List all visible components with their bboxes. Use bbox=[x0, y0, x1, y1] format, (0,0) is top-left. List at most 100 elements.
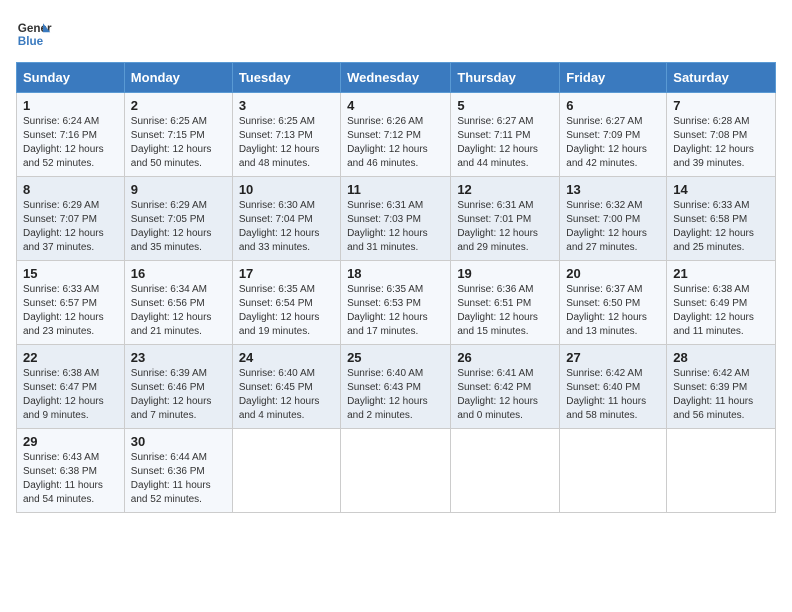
calendar-day-24: 24 Sunrise: 6:40 AMSunset: 6:45 PMDaylig… bbox=[232, 345, 340, 429]
day-info: Sunrise: 6:34 AMSunset: 6:56 PMDaylight:… bbox=[131, 284, 212, 337]
empty-cell bbox=[560, 429, 667, 513]
day-info: Sunrise: 6:36 AMSunset: 6:51 PMDaylight:… bbox=[457, 284, 538, 337]
day-info: Sunrise: 6:37 AMSunset: 6:50 PMDaylight:… bbox=[566, 284, 647, 337]
day-number: 18 bbox=[347, 266, 444, 281]
day-number: 4 bbox=[347, 98, 444, 113]
calendar-day-6: 6 Sunrise: 6:27 AMSunset: 7:09 PMDayligh… bbox=[560, 93, 667, 177]
day-info: Sunrise: 6:38 AMSunset: 6:49 PMDaylight:… bbox=[673, 284, 754, 337]
calendar-day-5: 5 Sunrise: 6:27 AMSunset: 7:11 PMDayligh… bbox=[451, 93, 560, 177]
weekday-header-sunday: Sunday bbox=[17, 63, 125, 93]
day-info: Sunrise: 6:24 AMSunset: 7:16 PMDaylight:… bbox=[23, 116, 104, 169]
day-number: 21 bbox=[673, 266, 769, 281]
calendar-day-2: 2 Sunrise: 6:25 AMSunset: 7:15 PMDayligh… bbox=[124, 93, 232, 177]
calendar-day-3: 3 Sunrise: 6:25 AMSunset: 7:13 PMDayligh… bbox=[232, 93, 340, 177]
logo: General Blue bbox=[16, 16, 52, 52]
day-info: Sunrise: 6:44 AMSunset: 6:36 PMDaylight:… bbox=[131, 452, 211, 505]
calendar-week-5: 29 Sunrise: 6:43 AMSunset: 6:38 PMDaylig… bbox=[17, 429, 776, 513]
calendar-day-20: 20 Sunrise: 6:37 AMSunset: 6:50 PMDaylig… bbox=[560, 261, 667, 345]
day-info: Sunrise: 6:31 AMSunset: 7:03 PMDaylight:… bbox=[347, 200, 428, 253]
day-info: Sunrise: 6:35 AMSunset: 6:54 PMDaylight:… bbox=[239, 284, 320, 337]
weekday-header-monday: Monday bbox=[124, 63, 232, 93]
calendar-day-4: 4 Sunrise: 6:26 AMSunset: 7:12 PMDayligh… bbox=[341, 93, 451, 177]
day-info: Sunrise: 6:33 AMSunset: 6:58 PMDaylight:… bbox=[673, 200, 754, 253]
calendar-day-27: 27 Sunrise: 6:42 AMSunset: 6:40 PMDaylig… bbox=[560, 345, 667, 429]
day-number: 25 bbox=[347, 350, 444, 365]
day-info: Sunrise: 6:27 AMSunset: 7:11 PMDaylight:… bbox=[457, 116, 538, 169]
logo-icon: General Blue bbox=[16, 16, 52, 52]
day-number: 1 bbox=[23, 98, 118, 113]
day-info: Sunrise: 6:41 AMSunset: 6:42 PMDaylight:… bbox=[457, 368, 538, 421]
calendar-day-16: 16 Sunrise: 6:34 AMSunset: 6:56 PMDaylig… bbox=[124, 261, 232, 345]
day-number: 14 bbox=[673, 182, 769, 197]
day-number: 6 bbox=[566, 98, 660, 113]
day-number: 23 bbox=[131, 350, 226, 365]
calendar-day-12: 12 Sunrise: 6:31 AMSunset: 7:01 PMDaylig… bbox=[451, 177, 560, 261]
calendar-day-13: 13 Sunrise: 6:32 AMSunset: 7:00 PMDaylig… bbox=[560, 177, 667, 261]
calendar-day-7: 7 Sunrise: 6:28 AMSunset: 7:08 PMDayligh… bbox=[667, 93, 776, 177]
day-info: Sunrise: 6:39 AMSunset: 6:46 PMDaylight:… bbox=[131, 368, 212, 421]
day-number: 27 bbox=[566, 350, 660, 365]
day-number: 8 bbox=[23, 182, 118, 197]
calendar-day-1: 1 Sunrise: 6:24 AMSunset: 7:16 PMDayligh… bbox=[17, 93, 125, 177]
day-number: 3 bbox=[239, 98, 334, 113]
day-info: Sunrise: 6:25 AMSunset: 7:13 PMDaylight:… bbox=[239, 116, 320, 169]
day-info: Sunrise: 6:29 AMSunset: 7:07 PMDaylight:… bbox=[23, 200, 104, 253]
day-number: 5 bbox=[457, 98, 553, 113]
day-info: Sunrise: 6:33 AMSunset: 6:57 PMDaylight:… bbox=[23, 284, 104, 337]
day-number: 10 bbox=[239, 182, 334, 197]
calendar-week-3: 15 Sunrise: 6:33 AMSunset: 6:57 PMDaylig… bbox=[17, 261, 776, 345]
weekday-header-thursday: Thursday bbox=[451, 63, 560, 93]
day-number: 17 bbox=[239, 266, 334, 281]
day-number: 11 bbox=[347, 182, 444, 197]
calendar-day-8: 8 Sunrise: 6:29 AMSunset: 7:07 PMDayligh… bbox=[17, 177, 125, 261]
weekday-header-friday: Friday bbox=[560, 63, 667, 93]
calendar-day-15: 15 Sunrise: 6:33 AMSunset: 6:57 PMDaylig… bbox=[17, 261, 125, 345]
calendar-day-23: 23 Sunrise: 6:39 AMSunset: 6:46 PMDaylig… bbox=[124, 345, 232, 429]
day-number: 28 bbox=[673, 350, 769, 365]
calendar-table: SundayMondayTuesdayWednesdayThursdayFrid… bbox=[16, 62, 776, 513]
day-info: Sunrise: 6:30 AMSunset: 7:04 PMDaylight:… bbox=[239, 200, 320, 253]
day-number: 26 bbox=[457, 350, 553, 365]
day-info: Sunrise: 6:27 AMSunset: 7:09 PMDaylight:… bbox=[566, 116, 647, 169]
calendar-week-1: 1 Sunrise: 6:24 AMSunset: 7:16 PMDayligh… bbox=[17, 93, 776, 177]
day-number: 2 bbox=[131, 98, 226, 113]
calendar-day-17: 17 Sunrise: 6:35 AMSunset: 6:54 PMDaylig… bbox=[232, 261, 340, 345]
day-number: 29 bbox=[23, 434, 118, 449]
day-info: Sunrise: 6:26 AMSunset: 7:12 PMDaylight:… bbox=[347, 116, 428, 169]
day-number: 13 bbox=[566, 182, 660, 197]
empty-cell bbox=[667, 429, 776, 513]
day-info: Sunrise: 6:31 AMSunset: 7:01 PMDaylight:… bbox=[457, 200, 538, 253]
day-number: 7 bbox=[673, 98, 769, 113]
calendar-week-2: 8 Sunrise: 6:29 AMSunset: 7:07 PMDayligh… bbox=[17, 177, 776, 261]
day-number: 9 bbox=[131, 182, 226, 197]
day-info: Sunrise: 6:32 AMSunset: 7:00 PMDaylight:… bbox=[566, 200, 647, 253]
day-number: 19 bbox=[457, 266, 553, 281]
day-number: 12 bbox=[457, 182, 553, 197]
day-info: Sunrise: 6:42 AMSunset: 6:39 PMDaylight:… bbox=[673, 368, 753, 421]
empty-cell bbox=[232, 429, 340, 513]
calendar-day-25: 25 Sunrise: 6:40 AMSunset: 6:43 PMDaylig… bbox=[341, 345, 451, 429]
calendar-day-11: 11 Sunrise: 6:31 AMSunset: 7:03 PMDaylig… bbox=[341, 177, 451, 261]
day-number: 30 bbox=[131, 434, 226, 449]
day-info: Sunrise: 6:42 AMSunset: 6:40 PMDaylight:… bbox=[566, 368, 646, 421]
day-number: 24 bbox=[239, 350, 334, 365]
day-info: Sunrise: 6:38 AMSunset: 6:47 PMDaylight:… bbox=[23, 368, 104, 421]
svg-text:Blue: Blue bbox=[18, 35, 44, 48]
page-header: General Blue bbox=[16, 16, 776, 52]
calendar-day-21: 21 Sunrise: 6:38 AMSunset: 6:49 PMDaylig… bbox=[667, 261, 776, 345]
day-info: Sunrise: 6:40 AMSunset: 6:45 PMDaylight:… bbox=[239, 368, 320, 421]
day-info: Sunrise: 6:29 AMSunset: 7:05 PMDaylight:… bbox=[131, 200, 212, 253]
weekday-header-tuesday: Tuesday bbox=[232, 63, 340, 93]
day-info: Sunrise: 6:40 AMSunset: 6:43 PMDaylight:… bbox=[347, 368, 428, 421]
day-info: Sunrise: 6:25 AMSunset: 7:15 PMDaylight:… bbox=[131, 116, 212, 169]
calendar-day-26: 26 Sunrise: 6:41 AMSunset: 6:42 PMDaylig… bbox=[451, 345, 560, 429]
calendar-day-29: 29 Sunrise: 6:43 AMSunset: 6:38 PMDaylig… bbox=[17, 429, 125, 513]
calendar-day-22: 22 Sunrise: 6:38 AMSunset: 6:47 PMDaylig… bbox=[17, 345, 125, 429]
calendar-day-30: 30 Sunrise: 6:44 AMSunset: 6:36 PMDaylig… bbox=[124, 429, 232, 513]
day-number: 20 bbox=[566, 266, 660, 281]
calendar-day-9: 9 Sunrise: 6:29 AMSunset: 7:05 PMDayligh… bbox=[124, 177, 232, 261]
weekday-header-wednesday: Wednesday bbox=[341, 63, 451, 93]
calendar-day-10: 10 Sunrise: 6:30 AMSunset: 7:04 PMDaylig… bbox=[232, 177, 340, 261]
weekday-header-saturday: Saturday bbox=[667, 63, 776, 93]
calendar-week-4: 22 Sunrise: 6:38 AMSunset: 6:47 PMDaylig… bbox=[17, 345, 776, 429]
